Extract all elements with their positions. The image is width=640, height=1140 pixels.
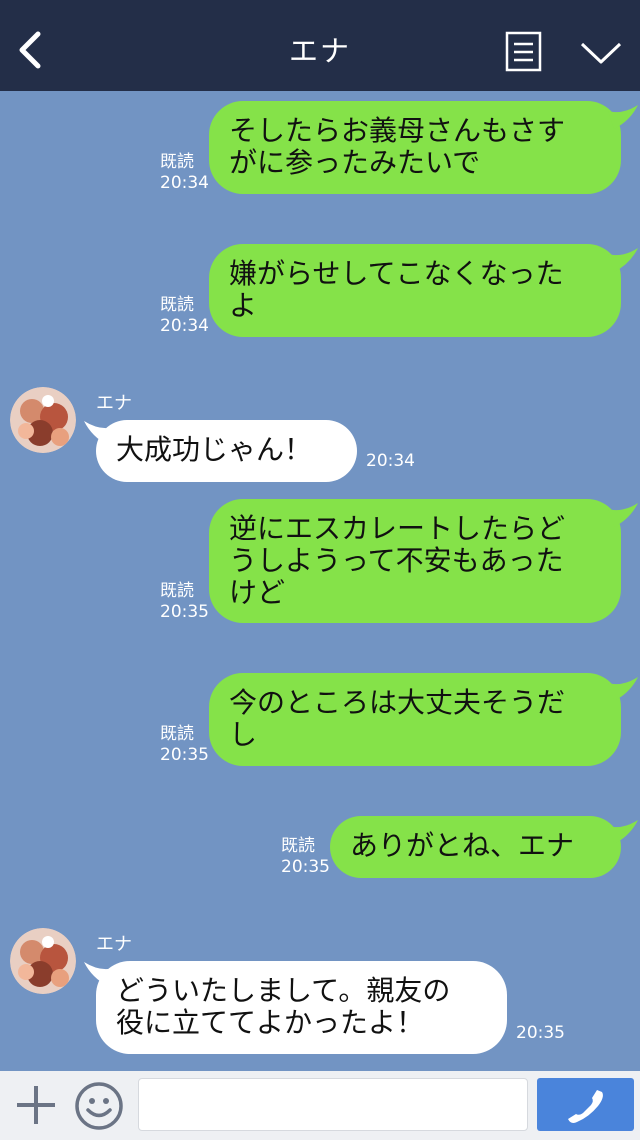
plus-icon <box>17 1086 55 1124</box>
message-input[interactable] <box>138 1078 528 1131</box>
add-attachment-button[interactable] <box>14 1083 58 1127</box>
message-time: 20:35 <box>281 857 330 877</box>
incoming-message-bubble[interactable]: 大成功じゃん！ <box>96 420 357 482</box>
message-meta: 既読 20:34 <box>160 152 209 194</box>
emoji-button[interactable] <box>74 1081 124 1131</box>
message-line: 逆にエスカレートしたらど <box>229 512 566 545</box>
phone-icon <box>568 1090 603 1123</box>
read-receipt: 既読 <box>160 295 194 315</box>
bubble-tail <box>608 105 638 129</box>
message-time: 20:34 <box>366 451 415 471</box>
message-line: どういたしまして。親友の <box>116 974 451 1007</box>
contact-avatar[interactable] <box>10 928 76 994</box>
message-list[interactable]: 既読 20:34 そしたらお義母さんもさす がに参ったみたいで 既読 20:34… <box>0 91 640 1071</box>
message-line: ありがとね、エナ <box>350 829 575 862</box>
avatar-image <box>10 387 76 453</box>
chevron-down-icon <box>580 42 622 64</box>
message-line: 今のところは大丈夫そうだ <box>229 686 566 719</box>
message-meta: 既読 20:35 <box>160 581 209 623</box>
message-line: うしようって不安もあった <box>229 544 564 577</box>
bubble-tail <box>608 503 638 527</box>
sender-name: エナ <box>96 393 132 414</box>
read-receipt: 既読 <box>281 836 315 856</box>
message-time: 20:34 <box>160 316 209 336</box>
outgoing-message-bubble[interactable]: 嫌がらせしてこなくなった よ <box>209 244 621 337</box>
sender-name: エナ <box>96 934 132 955</box>
menu-list-icon <box>505 31 542 72</box>
message-meta: 既読 20:35 <box>160 724 209 766</box>
message-time: 20:35 <box>516 1023 565 1043</box>
message-time: 20:34 <box>160 173 209 193</box>
bubble-tail <box>608 677 638 701</box>
call-button[interactable] <box>537 1078 634 1131</box>
message-time: 20:35 <box>160 745 209 765</box>
outgoing-message-bubble[interactable]: 逆にエスカレートしたらど うしようって不安もあった けど <box>209 499 621 623</box>
message-time: 20:35 <box>160 602 209 622</box>
collapse-button[interactable] <box>578 38 624 68</box>
message-line: けど <box>229 576 286 609</box>
message-line: そしたらお義母さんもさす <box>229 114 566 147</box>
outgoing-message-bubble[interactable]: ありがとね、エナ <box>330 816 621 878</box>
chat-title: エナ <box>288 34 351 68</box>
read-receipt: 既読 <box>160 152 194 172</box>
message-line: 大成功じゃん！ <box>116 433 313 466</box>
message-line: 役に立ててよかったよ！ <box>116 1006 425 1039</box>
message-line: し <box>229 718 258 751</box>
message-line: がに参ったみたいで <box>229 146 481 179</box>
outgoing-message-bubble[interactable]: そしたらお義母さんもさす がに参ったみたいで <box>209 101 621 194</box>
message-meta: 既読 20:34 <box>160 295 209 337</box>
message-line: よ <box>229 289 258 322</box>
message-line: 嫌がらせしてこなくなった <box>229 257 564 290</box>
emoji-icon <box>75 1082 123 1130</box>
incoming-message-bubble[interactable]: どういたしまして。親友の 役に立ててよかったよ！ <box>96 961 507 1054</box>
chat-header: エナ <box>0 0 640 91</box>
menu-button[interactable] <box>505 31 543 73</box>
message-input-bar <box>0 1071 640 1140</box>
contact-avatar[interactable] <box>10 387 76 453</box>
read-receipt: 既読 <box>160 581 194 601</box>
bubble-tail <box>608 248 638 272</box>
read-receipt: 既読 <box>160 724 194 744</box>
outgoing-message-bubble[interactable]: 今のところは大丈夫そうだ し <box>209 673 621 766</box>
message-meta: 既読 20:35 <box>281 836 330 878</box>
avatar-image <box>10 928 76 994</box>
bubble-tail <box>608 820 638 844</box>
